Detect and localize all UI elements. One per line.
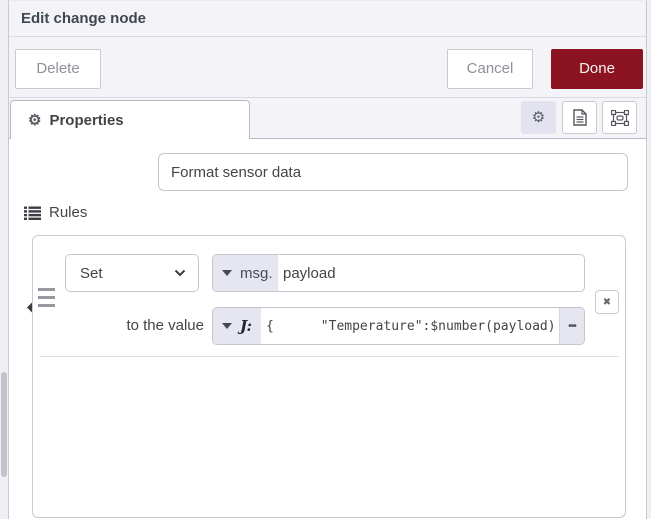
tab-properties[interactable]: ⚙ Properties <box>10 100 250 139</box>
cancel-button[interactable]: Cancel <box>447 49 533 89</box>
name-input[interactable] <box>158 153 628 191</box>
dialog-title: Edit change node <box>9 1 646 37</box>
gear-icon: ⚙ <box>532 110 545 125</box>
document-icon <box>573 109 587 126</box>
delete-button[interactable]: Delete <box>15 49 101 89</box>
rule-action-select[interactable]: Set <box>65 254 199 292</box>
chevron-down-icon <box>174 269 186 277</box>
properties-form: Name Rules Set <box>9 139 646 519</box>
value-type-button[interactable]: J: <box>213 308 261 344</box>
expression-input[interactable]: { "Temperature":$number(payload) <box>261 308 584 344</box>
list-icon <box>24 206 41 220</box>
editor-tab-bar: ⚙ Properties ⚙ <box>9 98 646 139</box>
expand-expression-button[interactable]: ••• <box>559 308 584 344</box>
tab-properties-label: Properties <box>49 112 123 129</box>
to-value-label: to the value <box>33 307 204 345</box>
remove-rule-button[interactable]: ✖ <box>595 290 619 314</box>
rule-separator <box>40 356 619 357</box>
done-button[interactable]: Done <box>551 49 643 89</box>
vertical-scrollbar-thumb[interactable] <box>1 372 7 477</box>
page-left-strip <box>0 0 8 519</box>
rule-value-typed-input: J: { "Temperature":$number(payload) ••• <box>212 307 585 345</box>
rule-property-typed-input: msg. payload <box>212 254 585 292</box>
appearance-tab-button[interactable] <box>602 101 637 134</box>
edit-change-node-dialog: Edit change node Delete Cancel Done ⚙ Pr… <box>8 0 647 519</box>
gear-icon: ⚙ <box>28 113 41 128</box>
property-type-button[interactable]: msg. <box>213 255 278 291</box>
dialog-button-row: Delete Cancel Done <box>9 37 646 98</box>
caret-down-icon <box>222 323 232 329</box>
property-input[interactable]: payload <box>278 255 584 291</box>
ellipsis-icon: ••• <box>568 321 576 332</box>
jsonata-expression-icon: J: <box>240 317 252 335</box>
rules-label-text: Rules <box>49 204 87 221</box>
property-type-label: msg. <box>240 265 273 282</box>
rules-section-label: Rules <box>24 204 87 221</box>
description-tab-button[interactable] <box>562 101 597 134</box>
rule-item: Set msg. payload ✖ to the value <box>32 235 626 518</box>
rule-action-value: Set <box>80 265 174 282</box>
properties-tab-button[interactable]: ⚙ <box>521 101 556 134</box>
close-icon: ✖ <box>603 297 611 308</box>
caret-down-icon <box>222 270 232 276</box>
appearance-icon <box>611 110 629 126</box>
